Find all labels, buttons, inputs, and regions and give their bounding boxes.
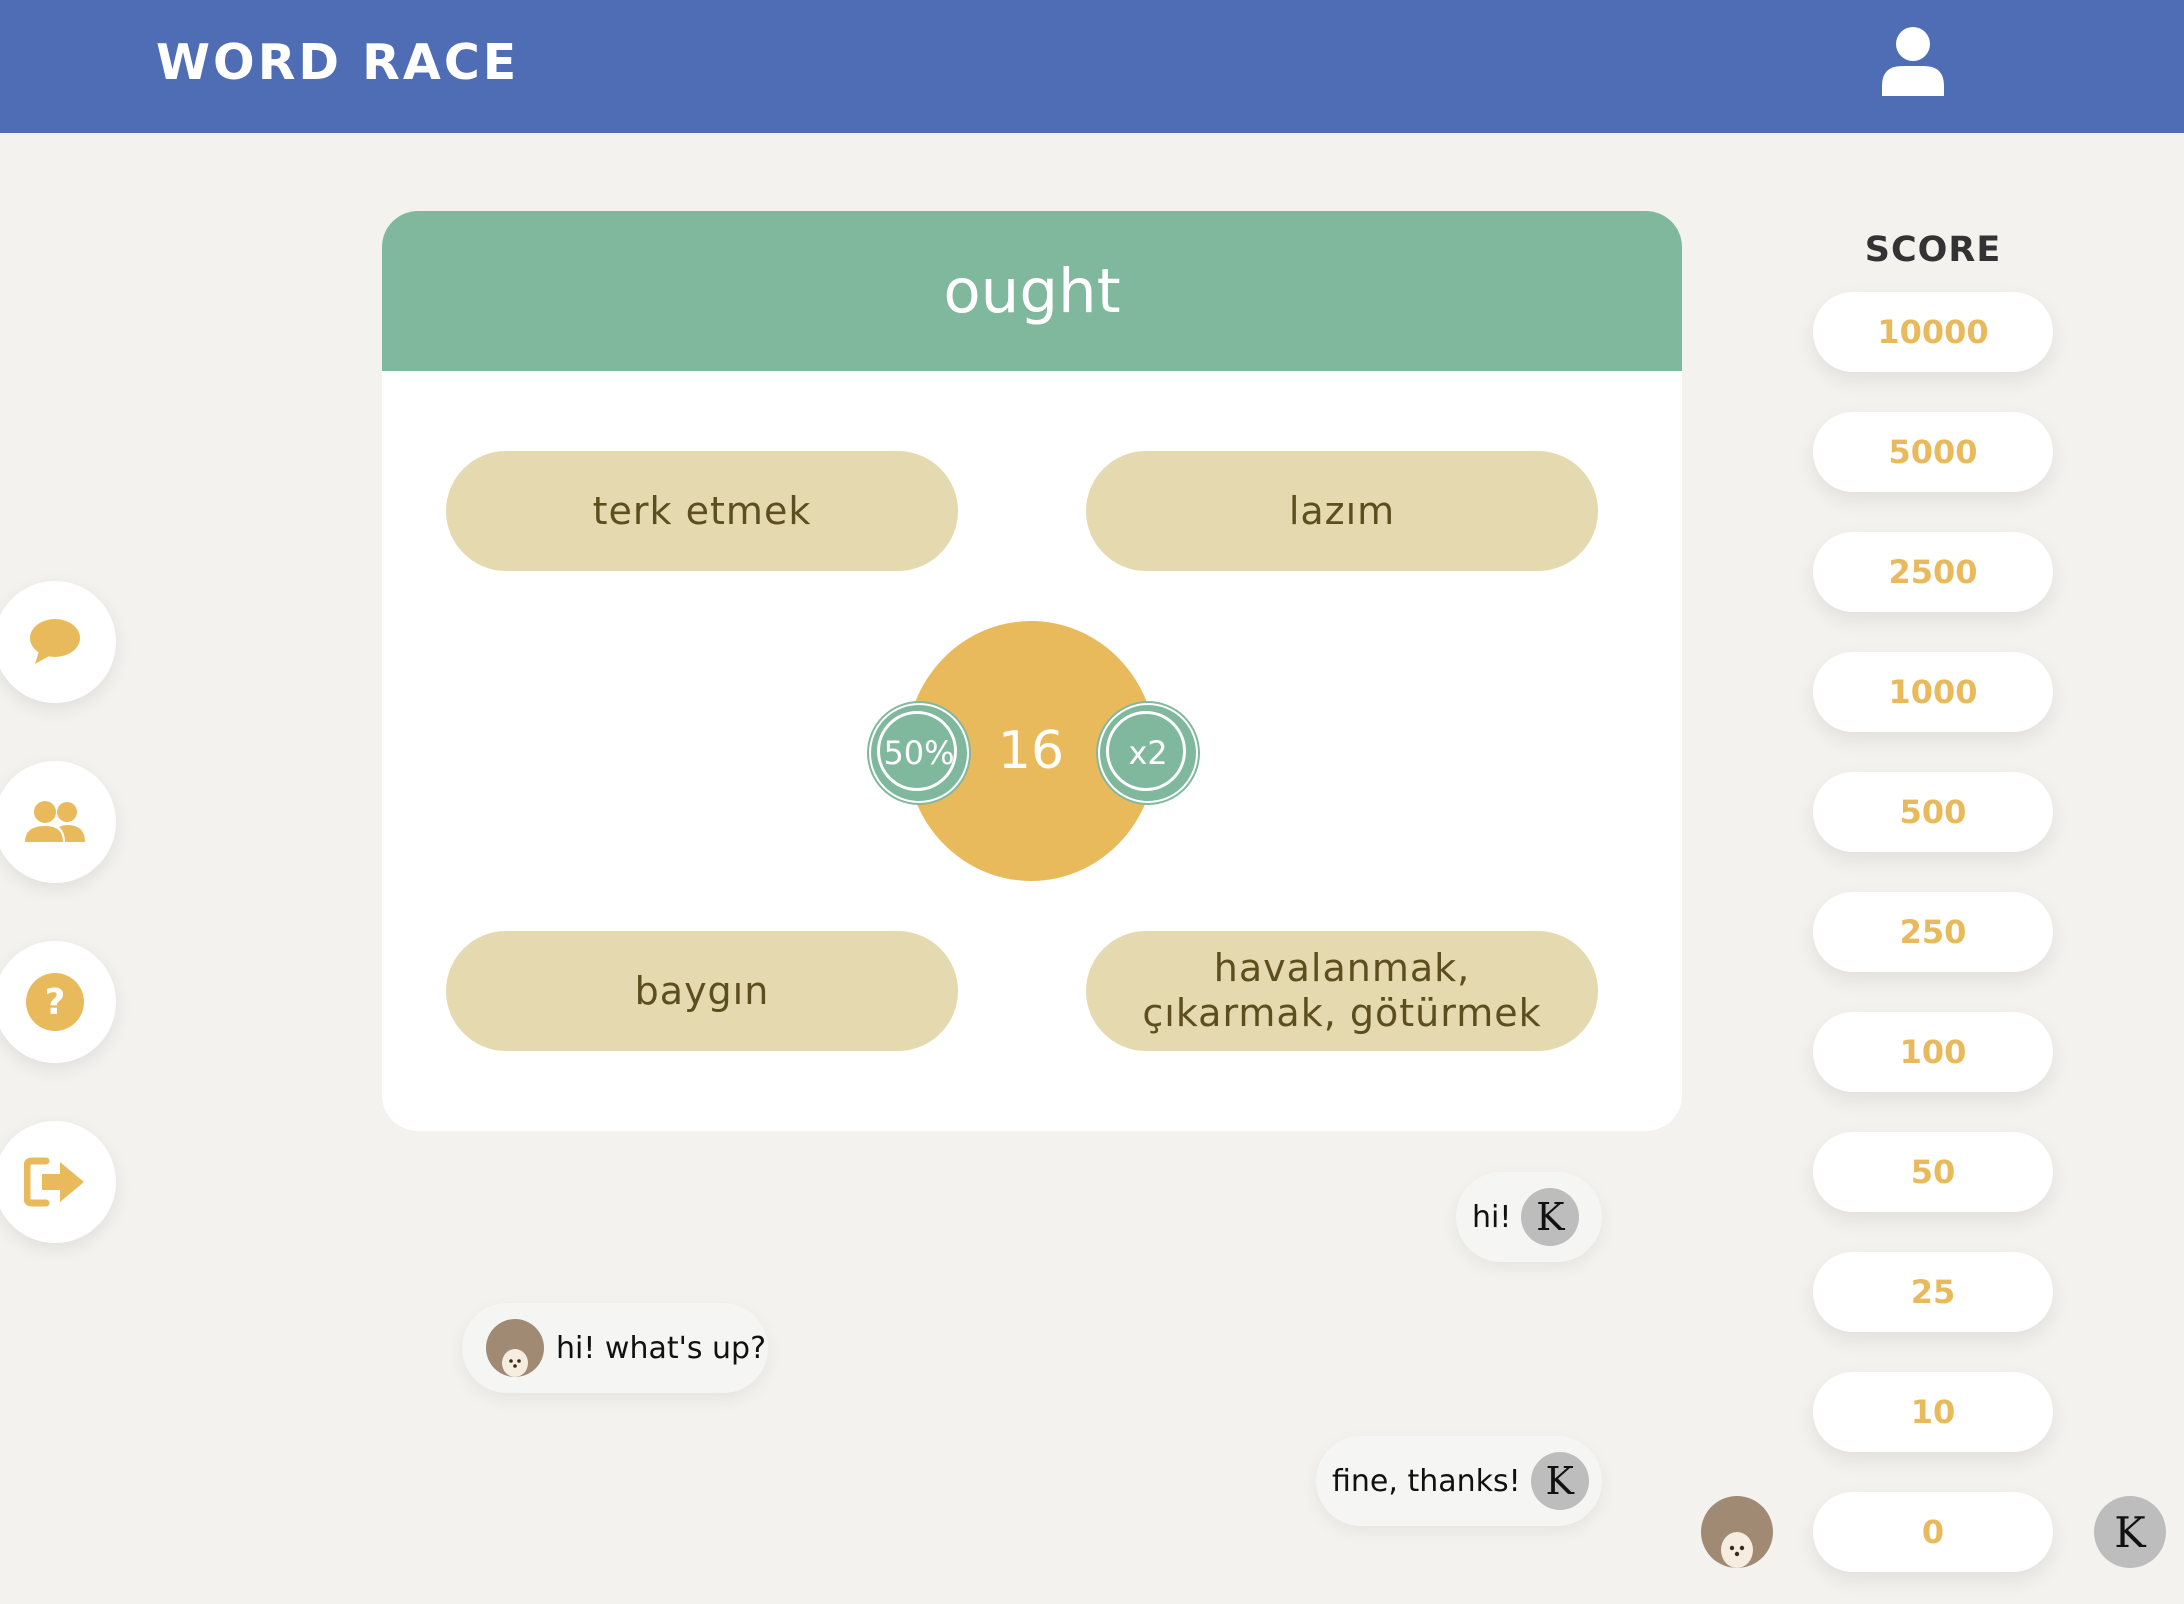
score-level: 25 <box>1813 1252 2053 1332</box>
chat-message: hi! K <box>1456 1172 1602 1262</box>
score-level: 10 <box>1813 1372 2053 1452</box>
help-button[interactable]: ? <box>0 941 116 1063</box>
chat-message: hi! what's up? <box>462 1303 768 1393</box>
user-icon[interactable] <box>1880 26 1946 96</box>
users-icon <box>25 801 85 842</box>
answer-option-2[interactable]: lazım <box>1086 451 1598 571</box>
app-title: WORD RACE <box>156 34 520 91</box>
answer-option-3[interactable]: baygın <box>446 931 958 1051</box>
score-level: 2500 <box>1813 532 2053 612</box>
chat-message-text: hi! what's up? <box>556 1330 766 1366</box>
fifty-fifty-label: 50% <box>883 734 955 772</box>
chat-message: fine, thanks! K <box>1316 1436 1602 1526</box>
question-icon: ? <box>26 973 84 1031</box>
sign-out-icon <box>24 1157 84 1207</box>
answer-option-1[interactable]: terk etmek <box>446 451 958 571</box>
score-level: 0 <box>1813 1492 2053 1572</box>
chat-message-text: hi! <box>1472 1199 1512 1235</box>
score-level: 10000 <box>1813 292 2053 372</box>
top-bar: WORD RACE <box>0 0 2184 133</box>
score-level: 100 <box>1813 1012 2053 1092</box>
score-level: 5000 <box>1813 412 2053 492</box>
timer-value: 16 <box>997 721 1065 781</box>
fifty-fifty-joker[interactable]: 50% <box>869 703 969 803</box>
avatar <box>486 1319 544 1377</box>
score-level: 50 <box>1813 1132 2053 1212</box>
score-level: 500 <box>1813 772 2053 852</box>
player-avatar <box>1701 1496 1773 1568</box>
chat-button[interactable] <box>0 581 116 703</box>
score-level: 1000 <box>1813 652 2053 732</box>
answer-option-4[interactable]: havalanmak, çıkarmak, götürmek <box>1086 931 1598 1051</box>
question-word: ought <box>943 255 1121 327</box>
opponent-avatar: K <box>2094 1496 2166 1568</box>
double-joker[interactable]: x2 <box>1098 703 1198 803</box>
logout-button[interactable] <box>0 1121 116 1243</box>
score-title: SCORE <box>1864 230 2002 270</box>
chat-bubble-icon <box>30 619 80 664</box>
friends-button[interactable] <box>0 761 116 883</box>
double-label: x2 <box>1128 734 1168 772</box>
question-header: ought <box>382 211 1682 371</box>
score-level: 250 <box>1813 892 2053 972</box>
avatar: K <box>1530 1452 1589 1510</box>
chat-message-text: fine, thanks! <box>1332 1463 1521 1499</box>
avatar: K <box>1521 1188 1580 1246</box>
svg-text:?: ? <box>45 982 66 1023</box>
